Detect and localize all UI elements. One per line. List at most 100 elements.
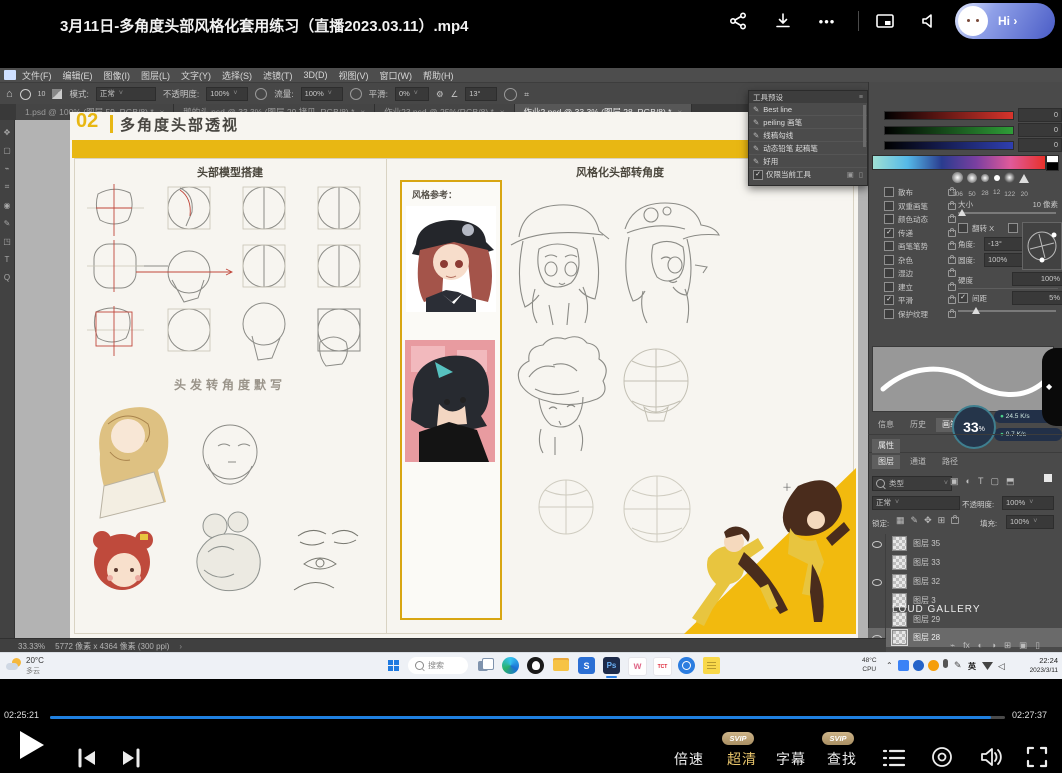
size-slider-thumb[interactable] — [958, 209, 966, 216]
volume-button[interactable] — [978, 745, 1004, 773]
task-view-button[interactable] — [478, 658, 493, 673]
tray-expand-chevron[interactable]: ⌃ — [886, 661, 893, 670]
tab-layers[interactable]: 图层 — [872, 455, 900, 469]
lock-pixels-icon[interactable]: ✎ — [911, 515, 919, 526]
brush-roundness-value[interactable]: 100% — [984, 253, 1024, 267]
menu-file[interactable]: 文件(F) — [22, 69, 52, 82]
tab-properties[interactable]: 属性 — [872, 439, 900, 453]
menu-3d[interactable]: 3D(D) — [304, 70, 328, 80]
picture-in-picture-icon[interactable] — [874, 10, 896, 32]
preset-item[interactable]: ✎线稿勾线 — [749, 129, 867, 142]
size-slider[interactable] — [958, 212, 1056, 214]
file-explorer-icon[interactable] — [553, 658, 569, 671]
home-icon[interactable]: ⌂ — [6, 88, 13, 100]
green-value[interactable]: 0 — [1018, 123, 1062, 137]
photoshop-taskbar-icon[interactable]: Ps — [603, 657, 620, 674]
lasso-tool-icon[interactable]: ⌁ — [5, 164, 10, 173]
start-button[interactable] — [388, 660, 400, 672]
playlist-icon[interactable] — [882, 747, 906, 773]
taskbar-search[interactable]: 搜索 — [408, 657, 468, 674]
layer-thumbnail[interactable] — [892, 536, 907, 551]
red-value[interactable]: 0 — [1018, 108, 1062, 122]
brush-angle-value[interactable]: -13° — [984, 237, 1024, 251]
filter-toggle-cube[interactable] — [1044, 474, 1052, 482]
brush-setting-row[interactable]: 散布 — [884, 186, 956, 198]
flow-select[interactable]: 100% — [301, 87, 343, 101]
menu-type[interactable]: 文字(Y) — [181, 69, 211, 82]
smooth-select[interactable]: 0% — [395, 87, 429, 101]
spacing-value[interactable]: 5% — [1012, 291, 1062, 305]
weather-temp[interactable]: 20°C — [26, 656, 44, 665]
menu-view[interactable]: 视图(V) — [339, 69, 369, 82]
share-icon[interactable] — [727, 10, 749, 32]
zoom-level[interactable]: 33.33% — [18, 642, 45, 651]
layer-thumbnail[interactable] — [892, 630, 907, 645]
panel-menu-icon[interactable]: ≡ — [859, 94, 863, 101]
lock-artboard-icon[interactable]: ⊞ — [938, 515, 946, 526]
qq-icon[interactable] — [527, 657, 544, 674]
brush-setting-row[interactable]: 传递 — [884, 227, 956, 239]
color-slider-red[interactable] — [884, 111, 1014, 120]
menu-edit[interactable]: 编辑(E) — [63, 69, 93, 82]
brush-setting-row[interactable]: 平滑 — [884, 294, 956, 306]
presets-scrollbar[interactable] — [863, 105, 866, 147]
layer-thumbnail[interactable] — [892, 574, 907, 589]
lock-transparent-icon[interactable]: ▦ — [896, 515, 905, 526]
layer-effects-icon[interactable]: fx — [963, 640, 970, 651]
brush-tip-icon[interactable] — [20, 89, 31, 100]
layer-blend-mode[interactable]: 正常 — [872, 496, 960, 510]
new-layer-icon[interactable]: ▣ — [1019, 640, 1027, 651]
app-tct-icon[interactable]: TCT — [653, 657, 672, 676]
filter-adjustment-icon[interactable]: ◐ — [966, 476, 971, 487]
user-avatar-pill[interactable]: Hi › — [955, 3, 1055, 39]
preset-item[interactable]: ✎Best line — [749, 103, 867, 116]
weather-desc[interactable]: 多云 — [26, 666, 40, 676]
record-settings-icon[interactable] — [930, 745, 954, 773]
color-spectrum-ramp[interactable] — [872, 155, 1046, 170]
brush-setting-row[interactable]: 双重画笔 — [884, 200, 956, 212]
eyedropper-tool-icon[interactable]: ◉ — [4, 201, 11, 210]
hardness-value[interactable]: 100% — [1012, 272, 1062, 286]
opacity-select[interactable]: 100% — [206, 87, 248, 101]
brush-setting-row[interactable]: 保护纹理 — [884, 308, 956, 320]
tab-channels[interactable]: 通道 — [904, 455, 932, 469]
brush-tip-picker[interactable]: 106 50 28 12 122 20 — [952, 172, 1062, 194]
type-tool-icon[interactable]: T — [5, 255, 10, 264]
layer-row[interactable]: 图层 33 — [868, 553, 1062, 572]
crop-tool-icon[interactable]: ⌗ — [5, 182, 10, 192]
floating-side-handle[interactable]: ◆ — [1042, 348, 1062, 426]
edge-browser-icon[interactable] — [502, 657, 519, 674]
play-button[interactable] — [20, 731, 44, 759]
previous-button[interactable] — [76, 748, 98, 773]
marquee-tool-icon[interactable]: ▢ — [3, 146, 11, 155]
preset-item[interactable]: ✎peiling 画笔 — [749, 116, 867, 129]
menu-filter[interactable]: 滤镜(T) — [263, 69, 293, 82]
move-tool-icon[interactable]: ✥ — [4, 128, 11, 137]
subtitles-button[interactable]: 字幕 — [776, 749, 806, 769]
preset-item[interactable]: ✎动态铅笔 起稿笔 — [749, 142, 867, 155]
adjustment-layer-icon[interactable]: ◑ — [991, 640, 996, 651]
new-preset-icon[interactable]: ▣ — [847, 170, 854, 179]
menu-window[interactable]: 窗口(W) — [380, 69, 413, 82]
layer-thumbnail[interactable] — [892, 555, 907, 570]
brush-panel-toggle-icon[interactable] — [52, 89, 62, 99]
link-layers-icon[interactable]: ⌁ — [950, 640, 955, 651]
delete-layer-icon[interactable]: ▯ — [1035, 640, 1040, 651]
tray-mic-icon[interactable] — [943, 659, 948, 668]
volume-icon[interactable]: ◁ — [998, 661, 1005, 672]
visibility-eye-icon[interactable] — [872, 539, 882, 549]
tray-shield-icon[interactable] — [913, 660, 924, 671]
ime-indicator[interactable]: 英 — [968, 661, 976, 672]
brush-setting-row[interactable]: 颜色动态 — [884, 213, 956, 225]
lock-all-icon[interactable] — [951, 517, 959, 524]
pressure-opacity-icon[interactable] — [255, 88, 267, 100]
brush-setting-row[interactable]: 杂色 — [884, 254, 956, 266]
smoothing-gear-icon[interactable]: ⚙ — [436, 89, 444, 100]
more-icon[interactable]: ••• — [816, 10, 838, 32]
eraser-tool-icon[interactable]: ◳ — [3, 237, 11, 246]
blue-value[interactable]: 0 — [1018, 138, 1062, 152]
brush-tool-icon[interactable]: ✎ — [4, 219, 11, 228]
layer-mask-icon[interactable]: ◐ — [978, 640, 983, 651]
color-slider-blue[interactable] — [884, 141, 1014, 150]
playback-speed-button[interactable]: 倍速 — [674, 749, 704, 769]
